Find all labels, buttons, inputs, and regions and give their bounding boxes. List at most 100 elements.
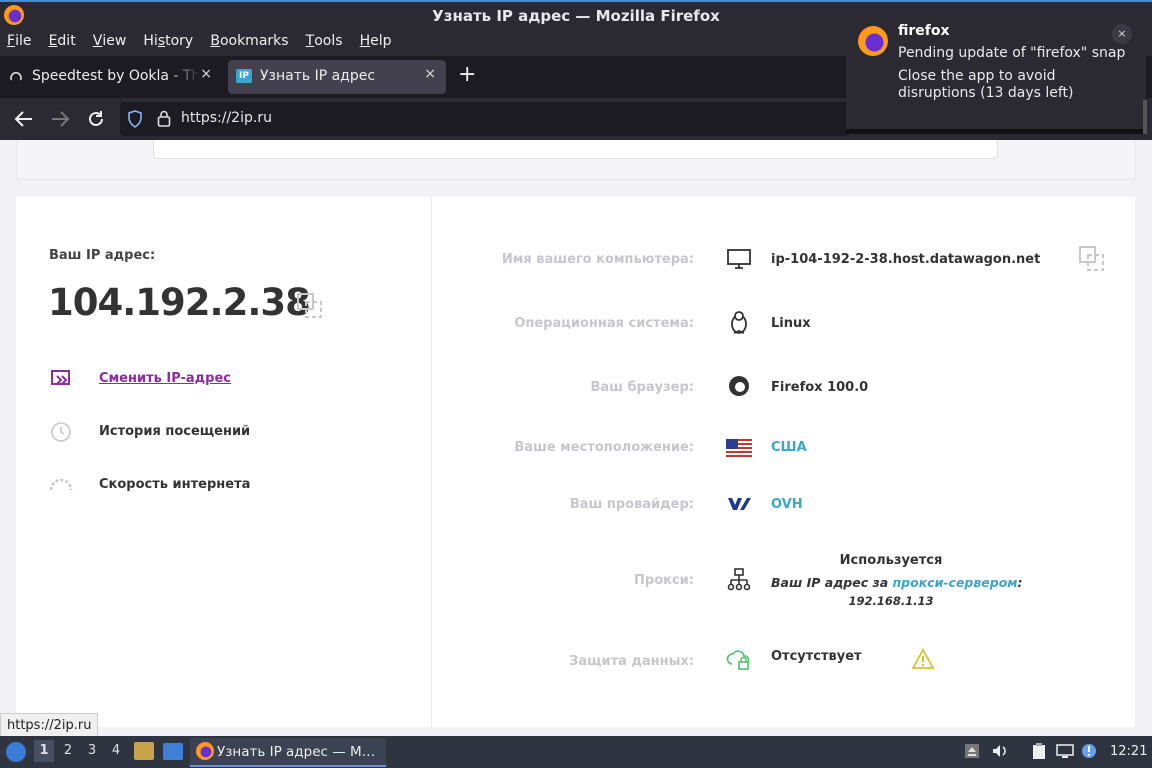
monitor-icon xyxy=(727,249,751,269)
reload-icon[interactable] xyxy=(87,110,105,128)
provider-value[interactable]: OVH xyxy=(771,497,803,512)
browser-value: Firefox 100.0 xyxy=(771,380,869,395)
menu-edit-label: dit xyxy=(57,33,76,49)
notification-line-2: Close the app to avoid disruptions (13 d… xyxy=(898,68,1074,101)
menu-history[interactable]: History xyxy=(137,30,199,49)
proxy-server-link[interactable]: прокси-сервером xyxy=(893,575,1018,590)
proxy-label: Прокси: xyxy=(634,573,694,588)
top-card-inner xyxy=(153,140,998,159)
menu-bookmarks-label: ookmarks xyxy=(219,33,289,49)
menu-tools-label: ools xyxy=(314,33,343,49)
menu-view[interactable]: View xyxy=(87,30,133,49)
menu-view-mnemonic: V xyxy=(92,33,103,49)
workspace-3[interactable]: 3 xyxy=(82,740,102,762)
menu-help[interactable]: Help xyxy=(354,30,398,49)
menu-help-mnemonic: H xyxy=(359,33,371,49)
forward-arrow-icon[interactable] xyxy=(50,110,70,128)
browser-label: Ваш браузер: xyxy=(590,380,694,395)
history-label: История посещений xyxy=(99,424,251,439)
close-tab-icon[interactable]: × xyxy=(200,66,212,82)
notification-line-1: Pending update of "firefox" snap xyxy=(898,45,1126,61)
ip-info-card xyxy=(16,197,1135,727)
update-notice-icon[interactable] xyxy=(1080,742,1098,760)
menu-bookmarks[interactable]: Bookmarks xyxy=(204,30,294,49)
url-text[interactable]: https://2ip.ru xyxy=(181,110,272,126)
menu-history-label: tory xyxy=(165,33,194,49)
2ip-favicon-icon: IP xyxy=(236,69,252,83)
proxy-suffix: : xyxy=(1017,575,1023,590)
menu-file-label: ile xyxy=(15,33,32,49)
notification-body: Pending update of "firefox" snap Close t… xyxy=(898,45,1128,102)
back-arrow-icon[interactable] xyxy=(14,110,34,128)
menu-edit-mnemonic: E xyxy=(48,33,58,49)
menu-tools-mnemonic: T xyxy=(305,33,315,49)
show-desktop-icon[interactable] xyxy=(163,743,183,760)
taskbar-window-label: Узнать IP адрес — M… xyxy=(217,744,376,760)
lock-icon[interactable] xyxy=(157,110,171,128)
file-manager-icon[interactable] xyxy=(134,742,154,760)
proxy-prefix: Ваш IP адрес за xyxy=(771,575,893,590)
warning-icon xyxy=(911,648,935,669)
workspace-1[interactable]: 1 xyxy=(34,740,54,762)
data-protection-value: Отсутствует xyxy=(771,649,862,664)
menu-file[interactable]: File xyxy=(0,30,37,49)
change-ip-icon xyxy=(51,370,70,385)
notification-scrollbar xyxy=(1143,100,1147,134)
history-icon xyxy=(51,422,71,442)
menu-edit[interactable]: Edit xyxy=(43,30,82,49)
ip-label: Ваш IP адрес: xyxy=(49,248,156,263)
us-flag-icon xyxy=(726,439,752,459)
linux-penguin-icon xyxy=(731,311,747,334)
start-menu-icon[interactable] xyxy=(6,742,26,762)
close-notification-icon[interactable]: × xyxy=(1112,24,1132,44)
data-protection-label: Защита данных: xyxy=(569,654,694,669)
computer-name-label: Имя вашего компьютера: xyxy=(501,252,694,267)
computer-name-value: ip-104-192-2-38.host.datawagon.net xyxy=(771,252,1041,267)
os-value: Linux xyxy=(771,316,811,331)
shield-icon[interactable] xyxy=(127,110,143,128)
new-tab-button[interactable]: + xyxy=(458,62,476,87)
firefox-logo-icon xyxy=(858,26,888,56)
location-value[interactable]: США xyxy=(771,440,807,455)
firefox-icon xyxy=(729,376,749,396)
tab-2ip-active[interactable]: IP Узнать IP адрес × xyxy=(228,60,446,94)
speed-icon xyxy=(49,478,73,491)
menu-bookmarks-mnemonic: B xyxy=(210,33,220,49)
network-icon[interactable] xyxy=(1056,742,1074,760)
location-label: Ваше местоположение: xyxy=(514,440,694,455)
status-url-tooltip: https://2ip.ru xyxy=(0,713,99,738)
volume-icon[interactable] xyxy=(991,742,1009,760)
menu-history-mnemonic: s xyxy=(157,33,166,49)
firefox-app-icon[interactable] xyxy=(4,5,24,25)
tab-label: Узнать IP адрес xyxy=(260,68,376,84)
menu-view-label: iew xyxy=(102,33,127,49)
menu-tools[interactable]: Tools xyxy=(300,30,349,49)
provider-label: Ваш провайдер: xyxy=(569,497,694,512)
speed-label: Скорость интернета xyxy=(99,477,251,492)
clipboard-icon[interactable] xyxy=(1030,742,1048,760)
ip-address-value: 104.192.2.38 xyxy=(48,281,311,324)
os-label: Операционная система: xyxy=(514,316,694,331)
tab-label: Speedtest by Ookla - The Global Broadban… xyxy=(32,68,200,84)
copy-icon[interactable] xyxy=(1078,245,1106,273)
close-tab-icon[interactable]: × xyxy=(424,66,436,82)
workspace-2[interactable]: 2 xyxy=(58,740,78,762)
change-ip-label: Сменить IP-адрес xyxy=(99,371,231,386)
speedtest-favicon-icon xyxy=(10,72,22,81)
workspace-4[interactable]: 4 xyxy=(106,740,126,762)
card-divider xyxy=(431,197,432,727)
copy-icon[interactable] xyxy=(296,292,324,320)
proxy-ip-value: 192.168.1.13 xyxy=(848,594,934,608)
clock: 12:21 xyxy=(1110,744,1148,759)
proxy-description: Ваш IP адрес за прокси-сервером: xyxy=(771,575,1023,590)
network-tree-icon xyxy=(727,568,751,591)
cloud-lock-icon xyxy=(726,650,750,670)
firefox-taskbar-icon xyxy=(196,742,214,760)
menu-help-label: elp xyxy=(370,33,392,49)
tab-speedtest[interactable]: Speedtest by Ookla - The Global Broadban… xyxy=(0,60,222,94)
eject-icon[interactable] xyxy=(963,742,981,760)
menu-history-prefix: Hi xyxy=(143,33,158,49)
ovh-logo-icon xyxy=(728,498,751,510)
proxy-status: Используется xyxy=(839,553,943,568)
notification-title: firefox xyxy=(898,23,950,39)
